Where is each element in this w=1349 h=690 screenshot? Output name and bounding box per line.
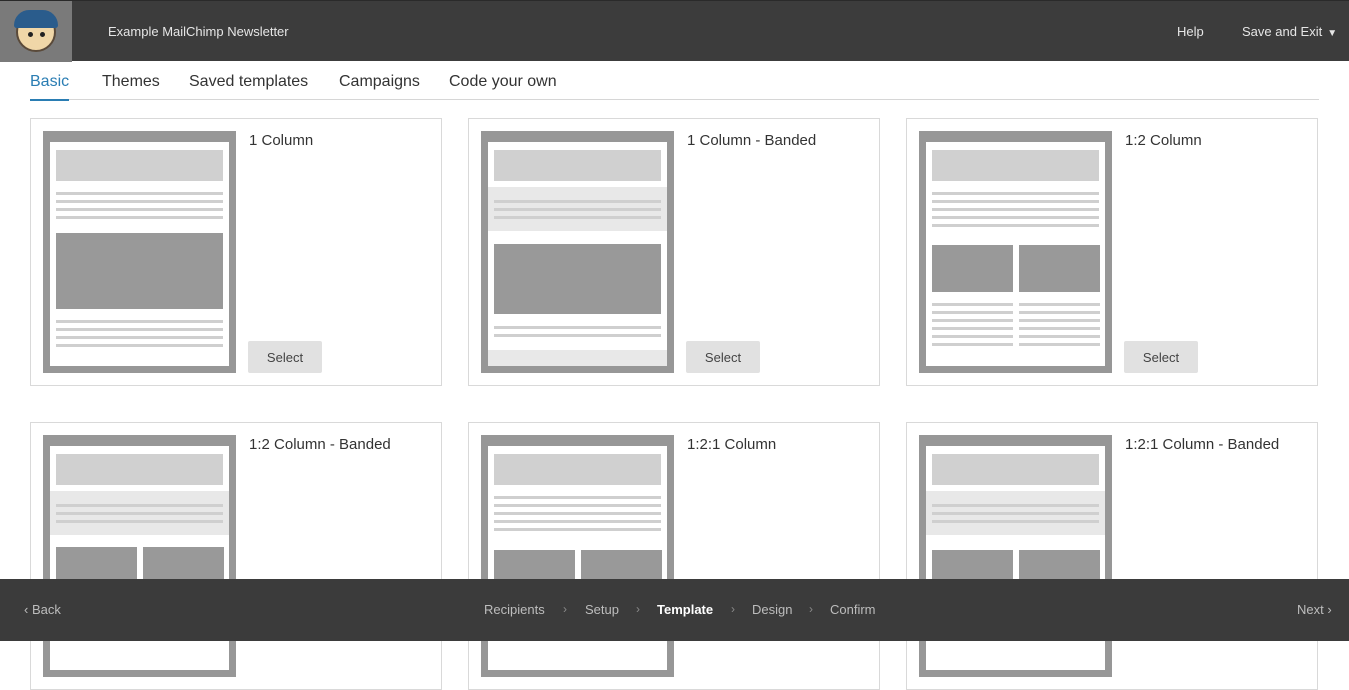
chevron-right-icon: › xyxy=(809,602,813,616)
template-thumbnail xyxy=(43,131,236,373)
template-thumbnail xyxy=(919,131,1112,373)
template-name: 1:2:1 Column - Banded xyxy=(1125,436,1280,453)
tab-themes[interactable]: Themes xyxy=(102,73,160,91)
campaign-title: Example MailChimp Newsletter xyxy=(108,24,289,39)
step-recipients[interactable]: Recipients xyxy=(484,602,545,617)
step-confirm[interactable]: Confirm xyxy=(830,602,876,617)
chevron-down-icon: ▼ xyxy=(1327,28,1338,39)
step-design[interactable]: Design xyxy=(752,602,792,617)
template-card-1-column-banded[interactable]: 1 Column - Banded Select xyxy=(468,118,880,386)
chevron-right-icon: › xyxy=(731,602,735,616)
chevron-right-icon: › xyxy=(1327,602,1332,617)
select-button[interactable]: Select xyxy=(686,341,760,373)
template-tabs: Basic Themes Saved templates Campaigns C… xyxy=(30,62,1319,101)
next-label: Next xyxy=(1297,602,1324,617)
help-link[interactable]: Help xyxy=(1177,24,1204,39)
template-name: 1 Column - Banded xyxy=(687,132,817,149)
template-card-1-column[interactable]: 1 Column Select xyxy=(30,118,442,386)
step-setup[interactable]: Setup xyxy=(585,602,619,617)
template-thumbnail xyxy=(481,131,674,373)
select-button[interactable]: Select xyxy=(248,341,322,373)
tab-code-your-own[interactable]: Code your own xyxy=(449,73,557,91)
step-template[interactable]: Template xyxy=(657,602,713,617)
save-and-exit-label: Save and Exit xyxy=(1242,24,1323,39)
save-and-exit-menu[interactable]: Save and Exit ▼ xyxy=(1242,24,1337,39)
tab-basic[interactable]: Basic xyxy=(30,73,70,101)
template-card-1-2-column[interactable]: 1:2 Column Select xyxy=(906,118,1318,386)
template-card-1-2-1-column-banded[interactable]: 1:2:1 Column - Banded xyxy=(906,422,1318,690)
mailchimp-logo-icon[interactable] xyxy=(0,1,72,62)
chevron-right-icon: › xyxy=(636,602,640,616)
tab-saved-templates[interactable]: Saved templates xyxy=(189,73,308,91)
bottom-nav-bar: ‹ Back Recipients › Setup › Template › D… xyxy=(0,579,1349,641)
back-label: Back xyxy=(31,602,61,617)
tab-campaigns[interactable]: Campaigns xyxy=(339,73,420,91)
template-name: 1:2 Column xyxy=(1125,132,1202,149)
template-card-1-2-column-banded[interactable]: 1:2 Column - Banded xyxy=(30,422,442,690)
template-name: 1 Column xyxy=(249,132,314,149)
chevron-left-icon: ‹ xyxy=(24,602,29,617)
select-button[interactable]: Select xyxy=(1124,341,1198,373)
top-bar: Example MailChimp Newsletter Help Save a… xyxy=(0,0,1349,62)
template-card-1-2-1-column[interactable]: 1:2:1 Column xyxy=(468,422,880,690)
next-button[interactable]: Next › xyxy=(1297,602,1332,617)
chevron-right-icon: › xyxy=(563,602,567,616)
template-name: 1:2:1 Column xyxy=(687,436,777,453)
back-button[interactable]: ‹ Back xyxy=(24,602,61,617)
template-name: 1:2 Column - Banded xyxy=(249,436,391,453)
